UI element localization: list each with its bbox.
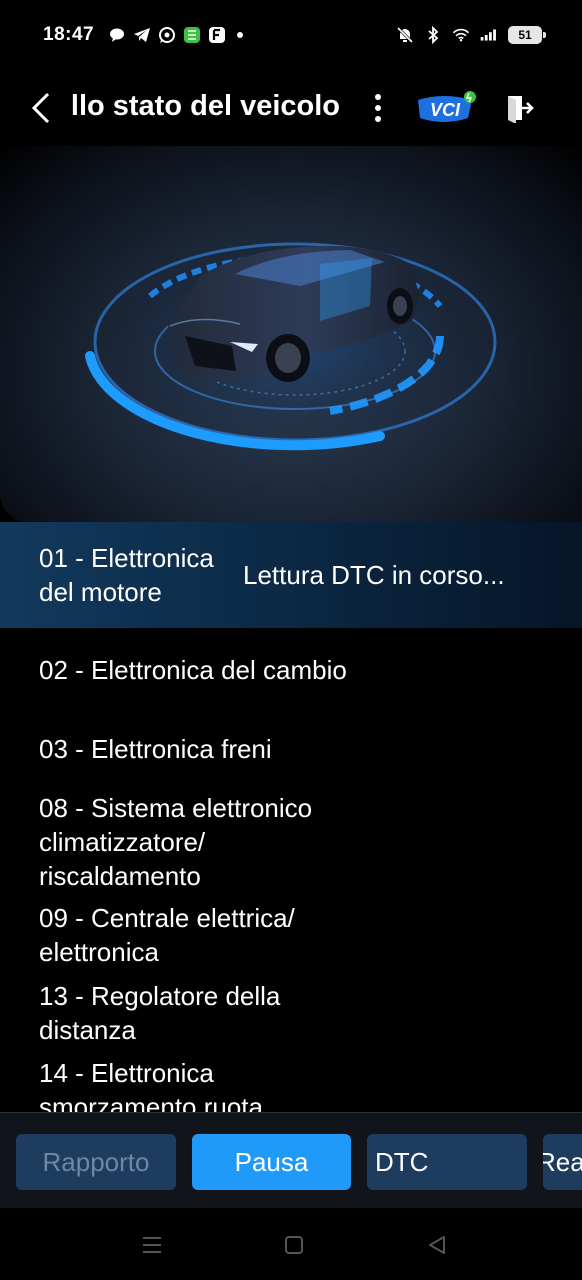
list-item[interactable]: 14 - Elettronica smorzamento ruota [0,1052,582,1112]
back-button[interactable] [0,70,70,146]
battery-indicator: 51 [508,26,546,44]
home-button[interactable] [279,1230,309,1260]
menu-dot [375,105,381,111]
more-notifications-dot [237,32,244,38]
dtc-button[interactable]: DTC [367,1134,527,1190]
module-label: 03 - Elettronica freni [39,734,272,764]
page-title: Controllo dello stato del veicolo [70,90,340,122]
app-green-icon [183,26,201,44]
module-label: 09 - Centrale elettrica/ elettronica [39,903,295,967]
vci-badge-text: VCI [430,100,461,120]
nav-back-button[interactable] [422,1230,452,1260]
triangle-back-icon [429,1236,445,1254]
vehicle-scan-hero [0,146,582,522]
module-status: Lettura DTC in corso... [243,560,505,590]
car-scan-illustration [85,242,497,451]
module-label: 14 - Elettronica smorzamento ruota [39,1058,263,1112]
list-item[interactable]: 02 - Elettronica del cambio [0,628,582,710]
notification-icons [108,26,244,44]
module-label: 02 - Elettronica del cambio [39,655,347,685]
wifi-icon [452,26,470,44]
bluetooth-icon [424,26,442,44]
module-label: 01 - Elettronica del motore [39,543,214,607]
vci-connection-badge[interactable]: VCI [414,88,478,128]
pause-button[interactable]: Pausa [192,1134,351,1190]
exit-button[interactable] [502,88,538,128]
list-item[interactable]: 03 - Elettronica freni [0,710,582,788]
telegram-icon [133,26,151,44]
list-item[interactable]: 08 - Sistema elettronico climatizzatore/… [0,788,582,896]
back-arrow-icon [31,92,50,124]
report-button[interactable]: Rapporto [16,1134,176,1190]
chat-bubble-icon [108,26,126,44]
signal-icon [480,26,498,44]
module-label: 08 - Sistema elettronico climatizzatore/… [39,793,313,891]
app-f-icon [208,26,226,44]
page-title-container: Controllo dello stato del veicolo [70,88,340,128]
system-nav-bar [0,1208,582,1280]
mute-bell-icon [396,26,414,44]
bottom-toolbar: Rapporto Pausa DTC Reale [0,1112,582,1208]
square-icon [285,1236,303,1254]
exit-icon [508,96,534,123]
module-list: 01 - Elettronica del motore Lettura DTC … [0,522,582,1112]
menu-lines-icon [143,1237,161,1253]
realtime-button[interactable]: Reale [543,1134,582,1190]
vci-icon: VCI [418,91,476,122]
whatsapp-icon [158,26,176,44]
realtime-button-label: Reale [543,1146,582,1177]
module-label: 13 - Regolatore della distanza [39,981,281,1045]
list-item[interactable]: 01 - Elettronica del motore Lettura DTC … [0,522,582,628]
recents-button[interactable] [137,1230,167,1260]
menu-dot [375,116,381,122]
clock: 18:47 [43,24,95,45]
system-icons: 51 [396,26,546,44]
list-item[interactable]: 13 - Regolatore della distanza [0,974,582,1052]
list-item[interactable]: 09 - Centrale elettrica/ elettronica [0,896,582,974]
menu-dot [375,94,381,100]
status-bar: 18:47 51 [0,0,582,70]
overflow-menu-button[interactable] [358,78,398,138]
app-bar: Controllo dello stato del veicolo VCI [0,70,582,146]
